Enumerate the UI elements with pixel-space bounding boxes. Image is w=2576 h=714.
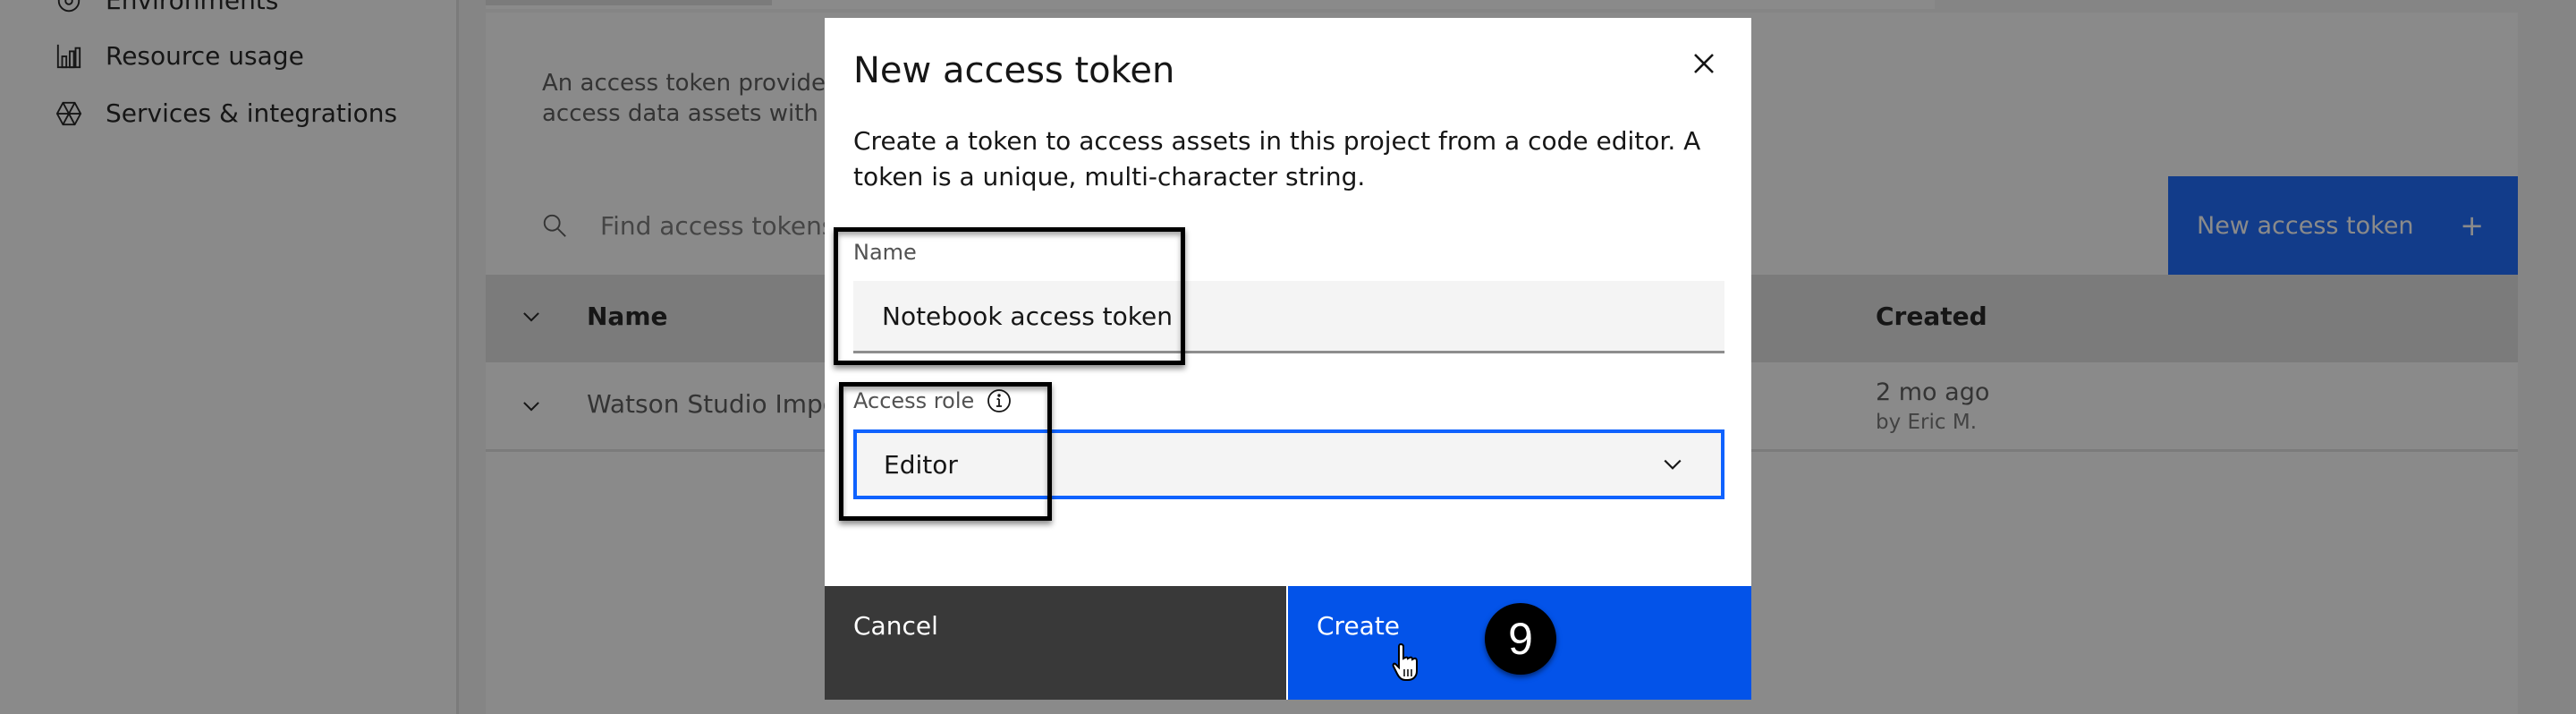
hand-pointer-cursor-icon [1392, 642, 1418, 681]
info-icon[interactable] [987, 388, 1012, 413]
new-access-token-modal: New access token Create a token to acces… [825, 18, 1751, 700]
name-input[interactable] [853, 281, 1724, 353]
access-role-label: Access role [853, 388, 1012, 413]
step-number-badge: 9 [1485, 603, 1556, 675]
access-role-select[interactable]: Editor [853, 429, 1724, 499]
cancel-button[interactable]: Cancel [825, 586, 1286, 700]
close-button[interactable] [1683, 43, 1724, 84]
access-role-label-text: Access role [853, 388, 975, 413]
modal-footer: Cancel Create [825, 586, 1751, 700]
name-label-text: Name [853, 240, 917, 265]
modal-title: New access token [853, 50, 1175, 91]
modal-description: Create a token to access assets in this … [853, 126, 1701, 191]
access-role-value: Editor [884, 449, 958, 480]
chevron-down-icon [1664, 459, 1682, 470]
close-icon [1694, 54, 1714, 73]
name-field-label: Name [853, 240, 917, 265]
